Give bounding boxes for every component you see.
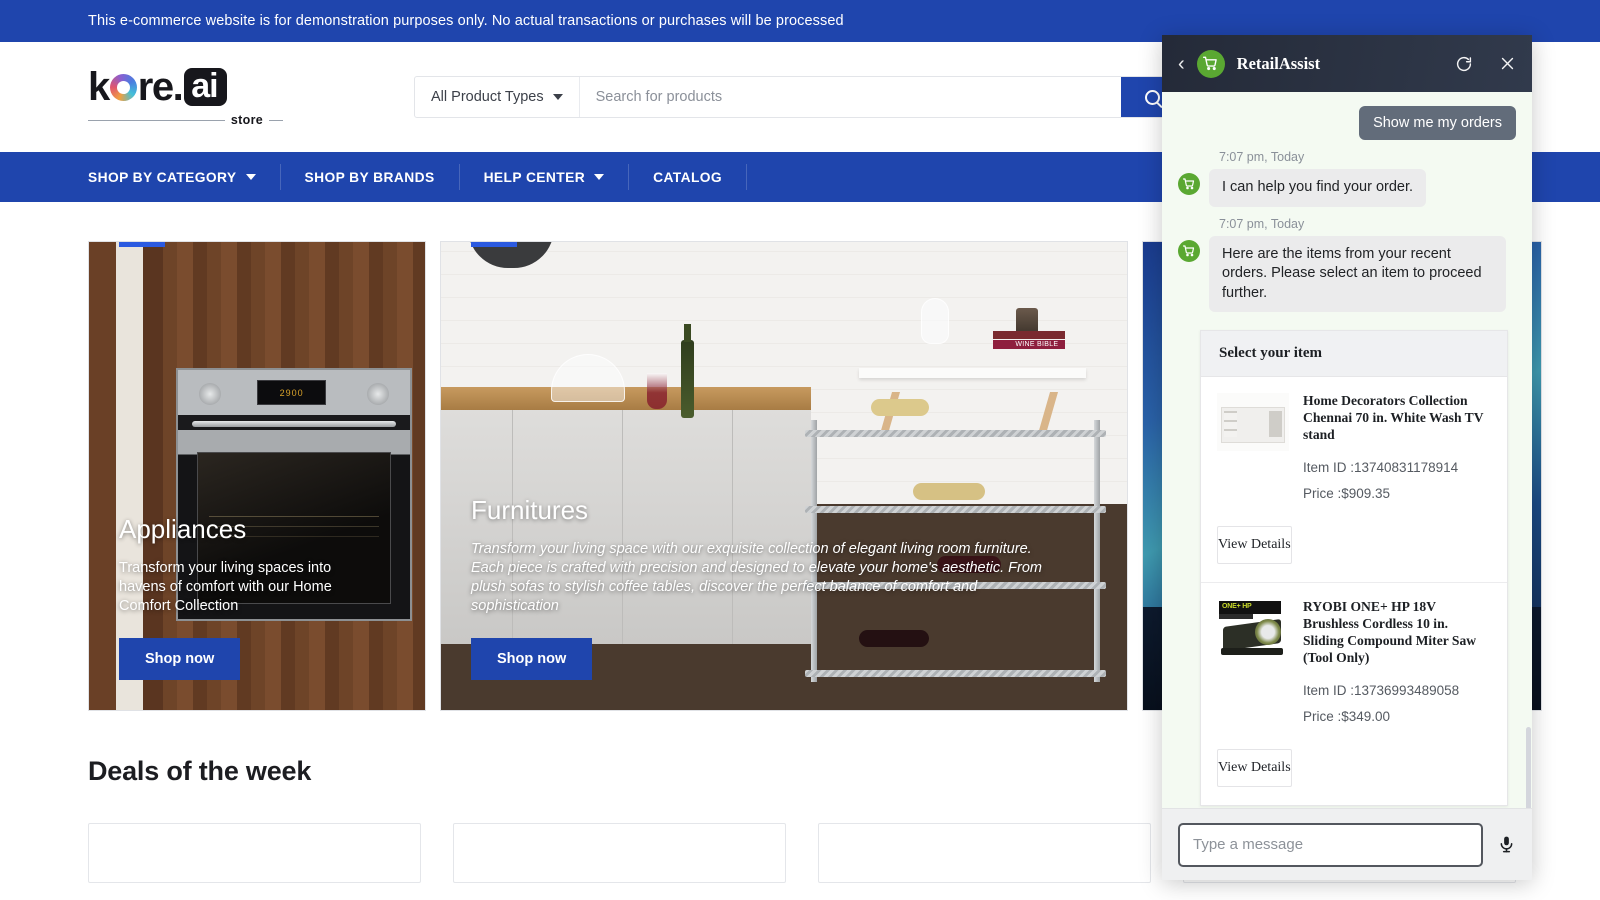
chevron-down-icon [245, 174, 256, 180]
book-label: WINE BIBLE [1015, 341, 1059, 349]
product-type-dropdown[interactable]: All Product Types [415, 77, 580, 117]
logo-store-label: store [230, 113, 263, 127]
bot-message-bubble: I can help you find your order. [1209, 169, 1427, 207]
message-timestamp: 7:07 pm, Today [1219, 150, 1305, 164]
chevron-down-icon [594, 174, 605, 180]
chat-message-bot: I can help you find your order. [1178, 169, 1516, 207]
chat-message-list: Show me my orders 7:07 pm, Today I can h… [1162, 92, 1532, 808]
hero-title: Furnitures [471, 494, 589, 525]
refresh-icon[interactable] [1455, 55, 1473, 73]
hero-card-appliances[interactable]: Appliances Transform your living spaces … [88, 241, 426, 711]
wine-glass-icon [646, 373, 667, 410]
shop-now-button-furnitures[interactable]: Shop now [471, 638, 593, 680]
view-details-button[interactable]: View Details [1217, 526, 1292, 565]
product-price: Price :$349.00 [1303, 709, 1391, 725]
chevron-left-icon[interactable]: ‹ [1178, 54, 1185, 74]
logo-wordmark: k re. ai [88, 67, 227, 107]
product-name: RYOBI ONE+ HP 18V Brushless Cordless 10 … [1303, 599, 1477, 666]
chat-widget: ‹ RetailAssist Show me my orders 7:07 pm… [1162, 35, 1532, 880]
logo-letter-k: k [88, 65, 110, 109]
product-type-label: All Product Types [431, 89, 544, 105]
deal-card[interactable] [818, 823, 1151, 883]
search-input[interactable] [579, 77, 1121, 117]
item-selection-header: Select your item [1201, 331, 1507, 378]
hero-card-furnitures[interactable]: WINE BIBLE Furnitures Transform your liv… [440, 241, 1128, 711]
message-timestamp: 7:07 pm, Today [1219, 216, 1305, 231]
hero-description: Transform your living space with our exq… [471, 540, 1042, 614]
product-item-id: Item ID :13740831178914 [1303, 460, 1459, 476]
hero-title: Appliances [119, 513, 247, 544]
hero-description: Transform your living spaces into havens… [119, 559, 332, 614]
chat-composer [1162, 808, 1532, 880]
nav-label: SHOP BY BRANDS [304, 169, 435, 185]
site-logo[interactable]: k re. ai store [88, 67, 328, 127]
chat-message-bot: Here are the items from your recent orde… [1178, 235, 1516, 313]
shopping-cart-icon [1178, 173, 1200, 195]
hero-indicator-tab [119, 242, 165, 247]
product-details: Home Decorators Collection Chennai 70 in… [1303, 393, 1491, 512]
message-input[interactable] [1178, 822, 1483, 867]
product-item-row[interactable]: Home Decorators Collection Chennai 70 in… [1201, 377, 1507, 512]
search-icon [1144, 89, 1160, 105]
oven-handle [192, 421, 396, 428]
shop-now-button-appliances[interactable]: Shop now [119, 638, 241, 680]
storage-jar [1015, 307, 1038, 334]
product-item-id: Item ID :13736993489058 [1303, 683, 1460, 699]
logo-badge-ai: ai [184, 68, 227, 106]
product-details: RYOBI ONE+ HP 18V Brushless Cordless 10 … [1303, 599, 1491, 735]
nav-label: CATALOG [653, 169, 723, 185]
wall-shelf [859, 368, 1086, 379]
brushless-label [1219, 614, 1253, 620]
chat-scrollbar[interactable] [1526, 727, 1531, 808]
deal-card[interactable] [88, 823, 421, 883]
close-icon[interactable] [1499, 55, 1516, 72]
search-bar: All Product Types Search [414, 76, 1244, 118]
glass-decanter [920, 298, 949, 345]
view-details-button[interactable]: View Details [1217, 749, 1292, 788]
product-thumbnail-miter-saw [1217, 599, 1289, 658]
product-price: Price :$909.35 [1303, 486, 1391, 502]
shopping-cart-icon [1196, 49, 1225, 78]
logo-divider-left [88, 119, 225, 121]
nav-item-catalog[interactable]: CATALOG [629, 164, 748, 190]
nav-item-shop-by-brands[interactable]: SHOP BY BRANDS [281, 164, 460, 190]
shopping-cart-icon [1178, 239, 1200, 262]
chat-header: ‹ RetailAssist [1162, 35, 1532, 92]
product-thumbnail-tv-stand [1217, 393, 1289, 452]
chevron-down-icon [552, 94, 563, 100]
ryobi-logo-icon [1219, 601, 1281, 615]
nav-item-help-center[interactable]: HELP CENTER [460, 164, 630, 190]
oven-display [256, 380, 327, 406]
chat-message-user: Show me my orders [1178, 106, 1516, 140]
chat-title: RetailAssist [1236, 53, 1321, 73]
user-message-bubble: Show me my orders [1359, 106, 1516, 140]
oven-knob-left-icon [199, 382, 222, 405]
logo-store-tagline: store [88, 113, 283, 127]
logo-gradient-o-icon [109, 73, 137, 101]
product-item-row[interactable]: RYOBI ONE+ HP 18V Brushless Cordless 10 … [1201, 583, 1507, 735]
wood-countertop [441, 387, 812, 411]
nav-label: HELP CENTER [483, 169, 586, 185]
item-selection-card: Select your item Home Decorators Collect… [1200, 330, 1508, 807]
logo-text-re: re. [137, 65, 184, 109]
rack-shelf-1 [804, 430, 1107, 438]
hero-content-appliances: Appliances Transform your living spaces … [119, 514, 395, 680]
logo-divider-right [269, 119, 283, 121]
nav-label: SHOP BY CATEGORY [88, 169, 237, 185]
nav-item-shop-by-category[interactable]: SHOP BY CATEGORY [88, 164, 281, 190]
announcement-text: This e-commerce website is for demonstra… [88, 13, 844, 29]
hero-content-furnitures: Furnitures Transform your living space w… [471, 494, 1097, 680]
microphone-icon[interactable] [1497, 835, 1516, 854]
bot-message-bubble: Here are the items from your recent orde… [1209, 235, 1507, 313]
oven-knob-right-icon [366, 382, 389, 405]
product-name: Home Decorators Collection Chennai 70 in… [1303, 393, 1484, 443]
wine-bottle [681, 324, 695, 419]
hero-indicator-tab [471, 242, 517, 247]
rack-bottle-1 [870, 398, 929, 416]
deal-card[interactable] [453, 823, 786, 883]
saw-base [1221, 648, 1283, 656]
